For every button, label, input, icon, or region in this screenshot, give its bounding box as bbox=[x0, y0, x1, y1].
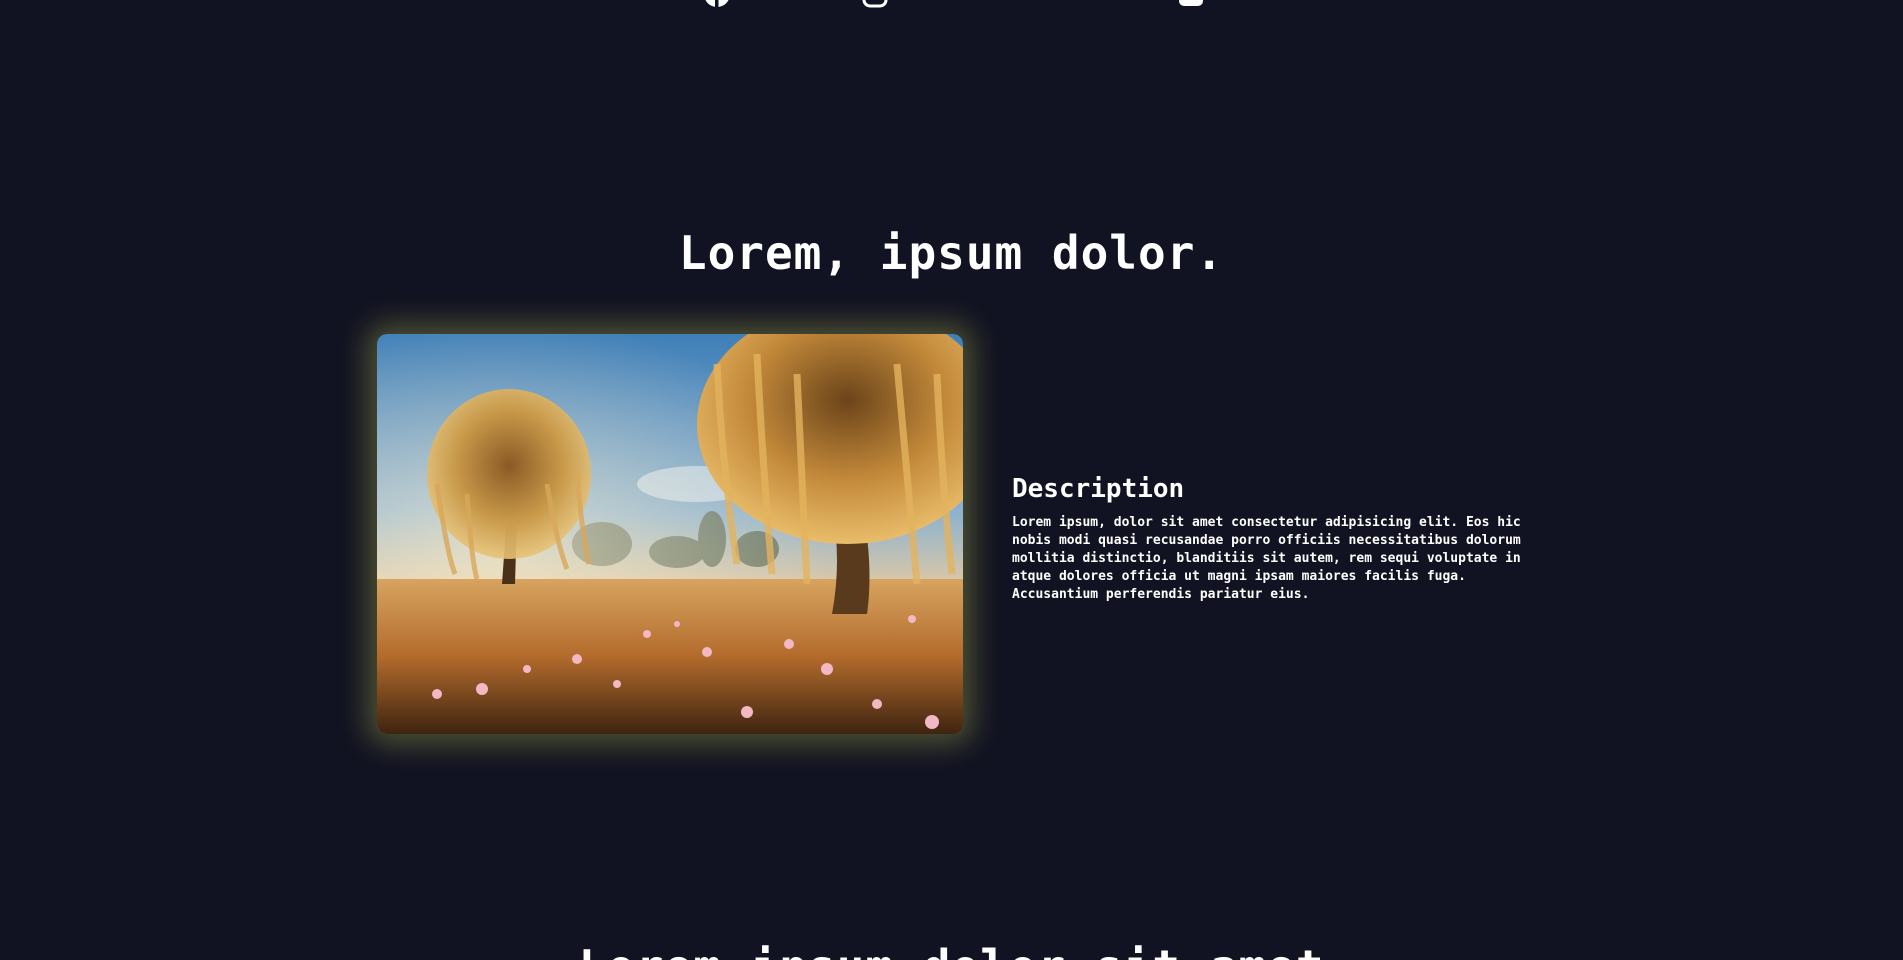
next-section-title: Lorem ipsum dolor sit amet bbox=[0, 940, 1903, 960]
youtube-icon[interactable] bbox=[1177, 0, 1205, 8]
willow-field-photo bbox=[377, 334, 963, 734]
instagram-icon[interactable] bbox=[861, 0, 889, 8]
twitter-icon[interactable] bbox=[1019, 0, 1047, 8]
facebook-icon[interactable] bbox=[703, 0, 731, 8]
description-text: Lorem ipsum, dolor sit amet consectetur … bbox=[1012, 515, 1521, 602]
social-links bbox=[0, 0, 1903, 8]
description-block: Description Lorem ipsum, dolor sit amet … bbox=[1012, 474, 1532, 604]
section-title: Lorem, ipsum dolor. bbox=[678, 226, 1225, 280]
description-title: Description bbox=[1012, 474, 1185, 504]
page: Lorem, ipsum dolor. Description Lorem ip… bbox=[0, 0, 1903, 960]
